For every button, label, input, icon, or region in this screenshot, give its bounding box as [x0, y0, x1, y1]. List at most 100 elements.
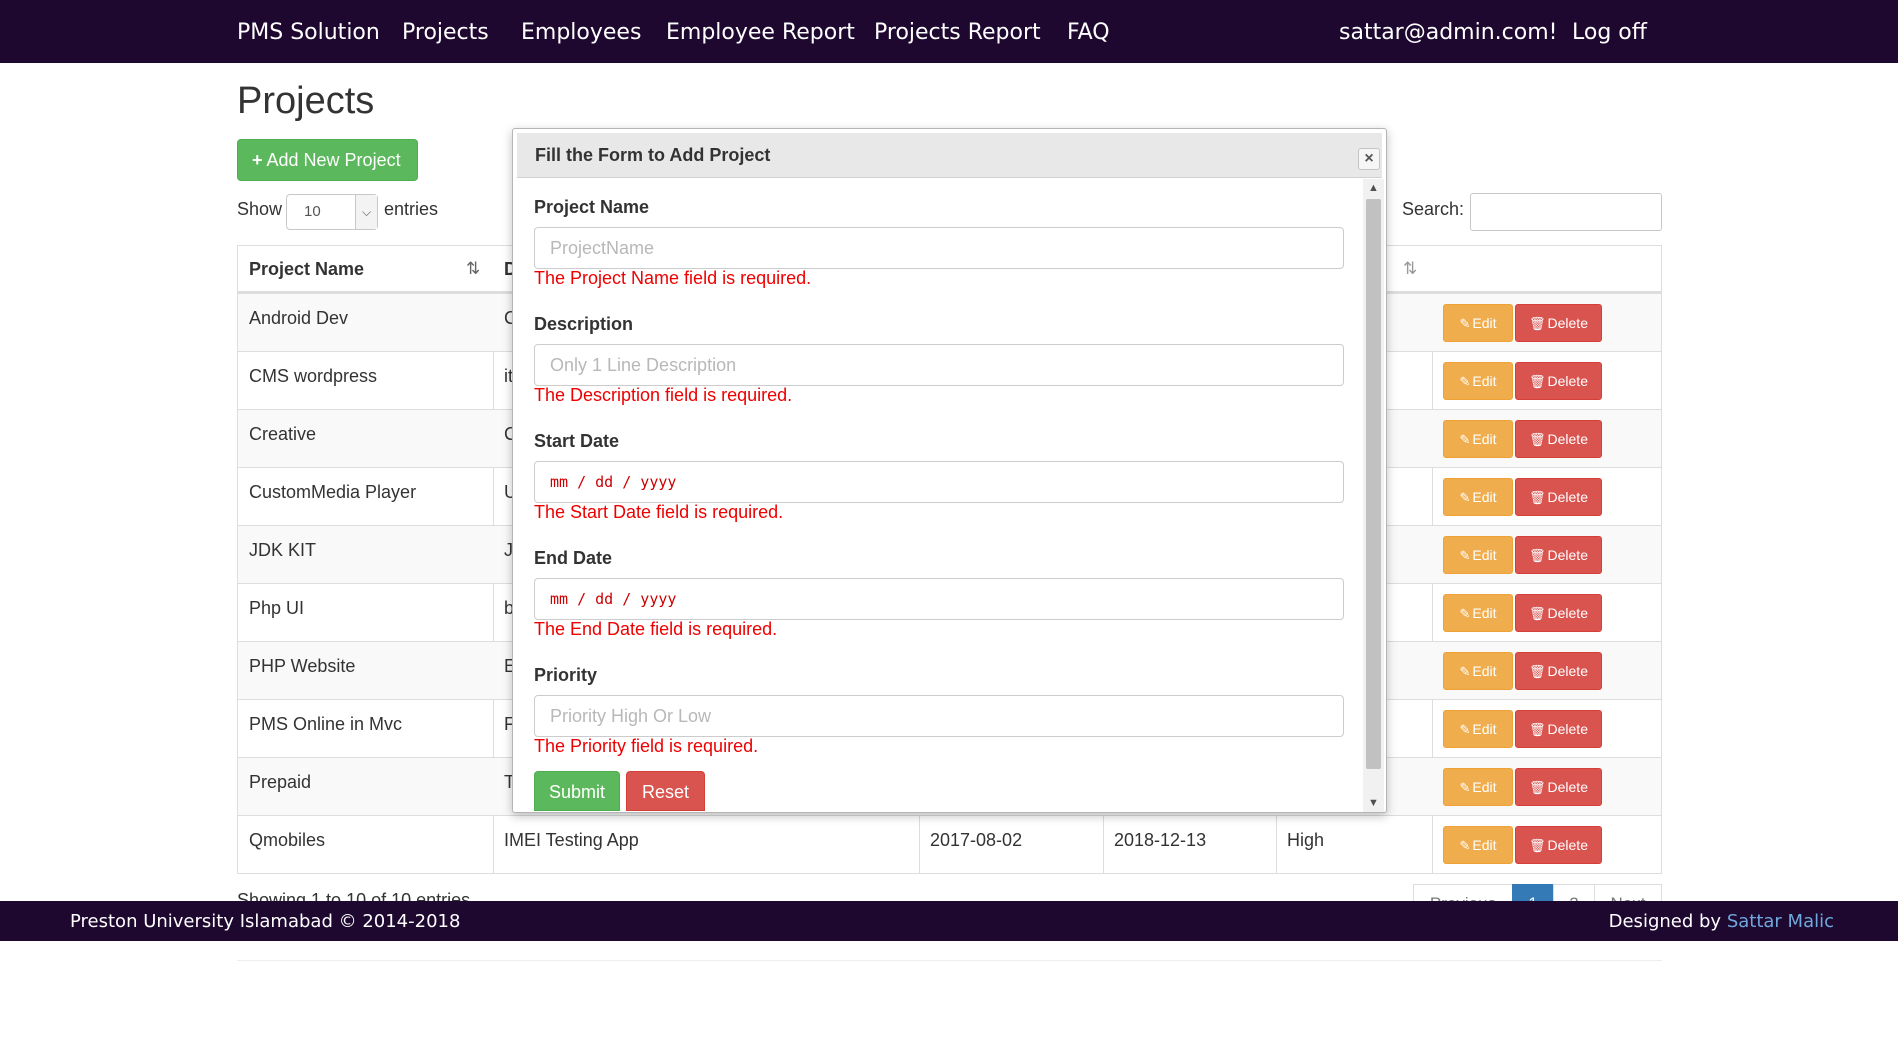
end-date-input[interactable]: mm / dd / yyyy: [534, 578, 1344, 620]
cell-project-name: Android Dev: [249, 308, 349, 328]
priority-error: The Priority field is required.: [534, 736, 759, 756]
edit-button[interactable]: ✎ Edit: [1443, 652, 1513, 690]
delete-button[interactable]: 🗑 Delete: [1515, 536, 1602, 574]
pencil-icon: ✎: [1459, 838, 1471, 853]
edit-button[interactable]: ✎ Edit: [1443, 536, 1513, 574]
scroll-up-icon[interactable]: ▲: [1363, 179, 1384, 197]
delete-button[interactable]: 🗑 Delete: [1515, 826, 1602, 864]
trash-icon: 🗑: [1529, 780, 1546, 795]
footer-designed-by: Designed by: [1608, 911, 1722, 932]
delete-button[interactable]: 🗑 Delete: [1515, 362, 1602, 400]
delete-label: Delete: [1547, 315, 1588, 331]
delete-label: Delete: [1547, 547, 1588, 563]
pencil-icon: ✎: [1459, 316, 1471, 331]
nav-employee-report[interactable]: Employee Report: [666, 0, 855, 63]
edit-button[interactable]: ✎ Edit: [1443, 362, 1513, 400]
description-label: Description: [534, 314, 634, 334]
cell-start-date: 2017-08-02: [930, 830, 1023, 850]
page-title: Projects: [237, 80, 375, 122]
edit-label: Edit: [1472, 315, 1497, 331]
delete-label: Delete: [1547, 721, 1588, 737]
cell-project-name: CMS wordpress: [249, 366, 378, 386]
edit-button[interactable]: ✎ Edit: [1443, 420, 1513, 458]
edit-label: Edit: [1472, 605, 1497, 621]
cell-project-name: PHP Website: [249, 656, 356, 676]
pencil-icon: ✎: [1459, 722, 1471, 737]
trash-icon: 🗑: [1529, 838, 1546, 853]
pencil-icon: ✎: [1459, 548, 1471, 563]
entries-label: entries: [384, 199, 439, 219]
modal-scrollbar[interactable]: ▲ ▼: [1363, 179, 1384, 812]
chevron-down-icon: ⌵: [355, 195, 377, 229]
trash-icon: 🗑: [1529, 374, 1546, 389]
edit-button[interactable]: ✎ Edit: [1443, 304, 1513, 342]
end-date-error: The End Date field is required.: [534, 619, 778, 639]
edit-button[interactable]: ✎ Edit: [1443, 710, 1513, 748]
user-account-link[interactable]: sattar@admin.com!: [1339, 0, 1557, 63]
submit-button[interactable]: Submit: [534, 771, 620, 811]
entries-value: 10: [304, 203, 321, 220]
cell-project-name: Prepaid: [249, 772, 312, 792]
reset-button[interactable]: Reset: [626, 771, 705, 811]
footer-copyright: Preston University Islamabad © 2014-2018: [70, 911, 461, 932]
delete-button[interactable]: 🗑 Delete: [1515, 594, 1602, 632]
footer: Preston University Islamabad © 2014-2018…: [0, 901, 1898, 941]
add-new-project-button[interactable]: + Add New Project: [237, 139, 418, 181]
table-row: Qmobiles IMEI Testing App 2017-08-02 201…: [238, 815, 1661, 873]
trash-icon: 🗑: [1529, 432, 1546, 447]
search-input[interactable]: [1470, 193, 1662, 231]
divider: [237, 960, 1662, 961]
edit-button[interactable]: ✎ Edit: [1443, 478, 1513, 516]
edit-label: Edit: [1472, 489, 1497, 505]
nav-projects[interactable]: Projects: [402, 0, 489, 63]
entries-per-page-select[interactable]: 10 ⌵: [286, 194, 378, 230]
description-error: The Description field is required.: [534, 385, 793, 405]
delete-button[interactable]: 🗑 Delete: [1515, 652, 1602, 690]
header-project-name[interactable]: Project Name: [249, 259, 364, 280]
cell-project-name: PMS Online in Mvc: [249, 714, 403, 734]
nav-faq[interactable]: FAQ: [1067, 0, 1110, 63]
cell-project-name: Qmobiles: [249, 830, 326, 850]
delete-button[interactable]: 🗑 Delete: [1515, 304, 1602, 342]
edit-button[interactable]: ✎ Edit: [1443, 594, 1513, 632]
trash-icon: 🗑: [1529, 490, 1546, 505]
pencil-icon: ✎: [1459, 606, 1471, 621]
start-date-input[interactable]: mm / dd / yyyy: [534, 461, 1344, 503]
modal-body: Project Name ProjectName The Project Nam…: [513, 179, 1370, 812]
delete-button[interactable]: 🗑 Delete: [1515, 478, 1602, 516]
edit-button[interactable]: ✎ Edit: [1443, 768, 1513, 806]
scroll-down-icon[interactable]: ▼: [1363, 794, 1384, 812]
delete-button[interactable]: 🗑 Delete: [1515, 710, 1602, 748]
cell-project-name: Php UI: [249, 598, 305, 618]
delete-label: Delete: [1547, 605, 1588, 621]
logoff-link[interactable]: Log off: [1572, 0, 1647, 63]
footer-credit: Designed by Sattar Malic: [1609, 911, 1834, 932]
cell-project-name: Creative: [249, 424, 317, 444]
sort-asc-icon[interactable]: ⇅: [466, 259, 480, 279]
close-icon[interactable]: ×: [1358, 148, 1380, 170]
delete-label: Delete: [1547, 779, 1588, 795]
pencil-icon: ✎: [1459, 780, 1471, 795]
edit-button[interactable]: ✎ Edit: [1443, 826, 1513, 864]
pencil-icon: ✎: [1459, 374, 1471, 389]
scroll-thumb[interactable]: [1366, 199, 1381, 769]
start-date-label: Start Date: [534, 431, 620, 451]
delete-button[interactable]: 🗑 Delete: [1515, 420, 1602, 458]
pencil-icon: ✎: [1459, 490, 1471, 505]
delete-button[interactable]: 🗑 Delete: [1515, 768, 1602, 806]
delete-label: Delete: [1547, 489, 1588, 505]
nav-projects-report[interactable]: Projects Report: [874, 0, 1041, 63]
priority-input[interactable]: Priority High Or Low: [534, 695, 1344, 737]
search-label: Search:: [1402, 199, 1465, 219]
priority-label: Priority: [534, 665, 598, 685]
project-name-input[interactable]: ProjectName: [534, 227, 1344, 269]
sort-icon[interactable]: ⇅: [1403, 259, 1417, 279]
description-input[interactable]: Only 1 Line Description: [534, 344, 1344, 386]
nav-employees[interactable]: Employees: [521, 0, 641, 63]
cell-description: IMEI Testing App: [504, 830, 639, 850]
author-link[interactable]: Sattar Malic: [1727, 911, 1834, 932]
edit-label: Edit: [1472, 663, 1497, 679]
brand-link[interactable]: PMS Solution: [237, 0, 380, 63]
modal-header[interactable]: Fill the Form to Add Project ×: [517, 133, 1382, 178]
cell-project-name: JDK KIT: [249, 540, 317, 560]
